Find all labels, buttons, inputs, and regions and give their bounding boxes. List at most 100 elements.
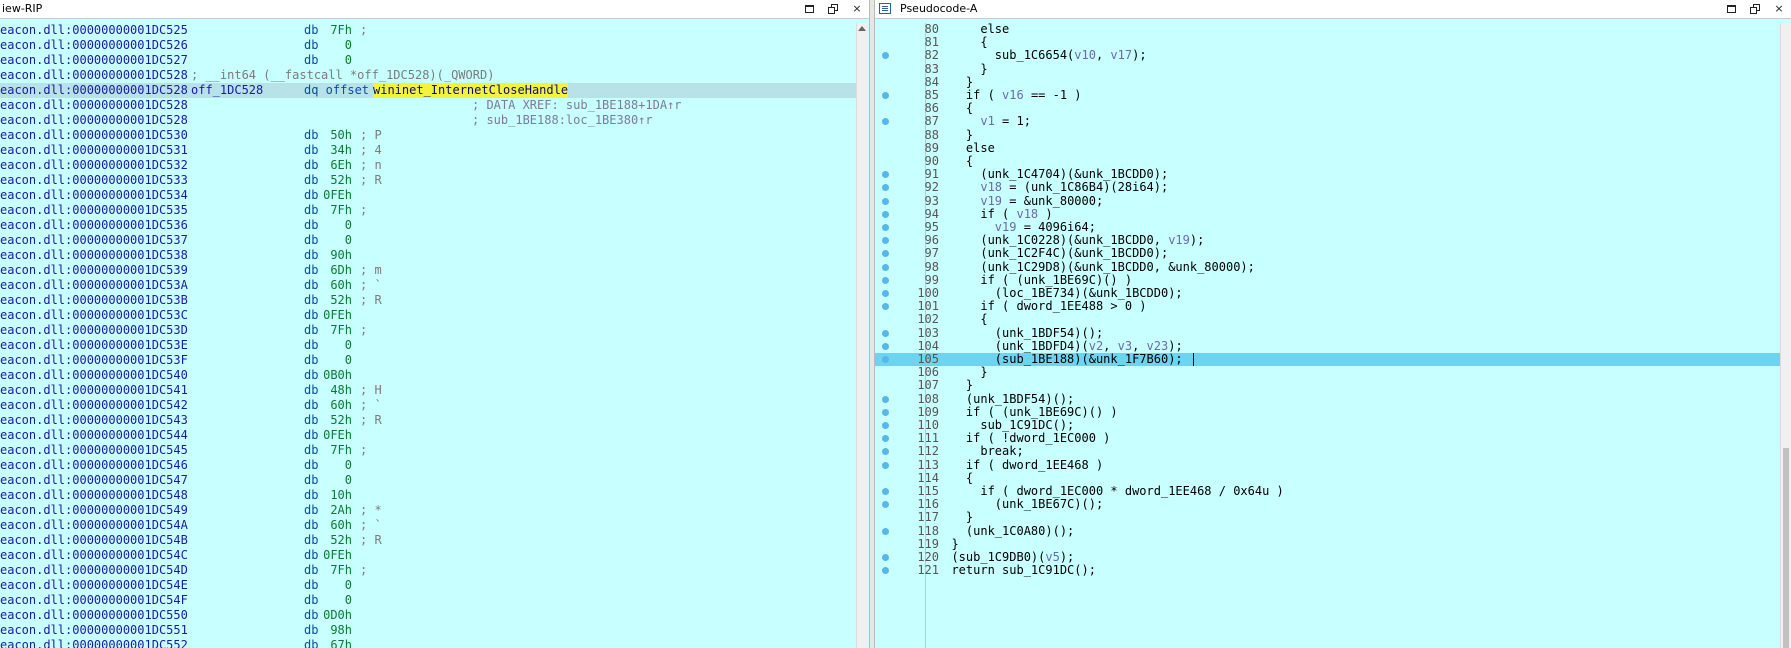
listing-row[interactable]: eacon.dll:00000000001DC549 db 2Ah ; * — [0, 503, 856, 518]
listing-row[interactable]: eacon.dll:00000000001DC54D db 7Fh; — [0, 563, 856, 578]
code-text[interactable]: } — [937, 379, 973, 392]
listing-row[interactable]: eacon.dll:00000000001DC550 db 0D0h — [0, 608, 856, 623]
pseudocode-line[interactable]: 108 (unk_1BDF54)(); — [875, 392, 1785, 406]
pseudocode-line[interactable]: 121 return sub_1C91DC(); — [875, 563, 1785, 577]
code-text[interactable]: (unk_1BDF54)(); — [937, 392, 1074, 406]
breakpoint-dot-icon[interactable] — [882, 356, 889, 364]
breakpoint-dot-icon[interactable] — [882, 408, 889, 416]
listing-row[interactable]: eacon.dll:00000000001DC536 db 0 — [0, 218, 856, 233]
breakpoint-dot-icon[interactable] — [882, 448, 889, 456]
breakpoint-dot-icon[interactable] — [882, 461, 889, 469]
listing-vertical-scrollbar[interactable] — [856, 23, 867, 648]
pseudocode-line[interactable]: 109 if ( (unk_1BE69C)() ) — [875, 405, 1785, 419]
xref-comment[interactable]: ; DATA XREF: sub_1BE188+1DA↑r — [472, 98, 682, 113]
listing-row[interactable]: eacon.dll:00000000001DC545 db 7Fh; — [0, 443, 856, 458]
breakpoint-dot-icon[interactable] — [882, 197, 889, 205]
pseudocode-line[interactable]: 92 v18 = (unk_1C86B4)(28i64); — [875, 181, 1785, 194]
variable[interactable]: v5 — [1045, 550, 1059, 564]
listing-row[interactable]: eacon.dll:00000000001DC541 db 48h ; H — [0, 383, 856, 398]
code-text[interactable]: break; — [937, 445, 1023, 458]
pseudocode-line[interactable]: 117 } — [875, 511, 1785, 524]
listing-row[interactable]: eacon.dll:00000000001DC546 db 0 — [0, 458, 856, 473]
breakpoint-dot-icon[interactable] — [882, 488, 889, 496]
pseudocode-line[interactable]: 119 } — [875, 537, 1785, 551]
breakpoint-dot-icon[interactable] — [882, 92, 889, 100]
variable[interactable]: v19 — [995, 220, 1017, 234]
listing-row[interactable]: eacon.dll:00000000001DC526 db 0 — [0, 38, 856, 53]
listing-row[interactable]: eacon.dll:00000000001DC54A db 60h ; ` — [0, 518, 856, 533]
listing-row[interactable]: eacon.dll:00000000001DC525 db 7Fh; — [0, 23, 856, 38]
scroll-up-arrow-icon[interactable] — [858, 26, 866, 31]
pseudocode-line[interactable]: 86 { — [875, 101, 1785, 115]
symbol-reference[interactable]: wininet_InternetCloseHandle — [373, 83, 569, 98]
variable[interactable]: v19 — [1168, 233, 1190, 247]
variable[interactable]: v23 — [1147, 339, 1169, 353]
pseudocode-line[interactable]: 85 if ( v16 == -1 ) — [875, 88, 1785, 102]
ida-view-titlebar[interactable]: iew-RIP × — [0, 0, 869, 19]
pseudocode-line[interactable]: 99 if ( (unk_1BE69C)() ) — [875, 273, 1785, 287]
listing-row[interactable]: eacon.dll:00000000001DC537 db 0 — [0, 233, 856, 248]
maximize-button[interactable] — [1723, 1, 1739, 17]
listing-row[interactable]: eacon.dll:00000000001DC54E db 0 — [0, 578, 856, 593]
listing-row[interactable]: eacon.dll:00000000001DC539 db 6Dh ; m — [0, 263, 856, 278]
pseudocode-line[interactable]: 81 { — [875, 35, 1785, 49]
variable[interactable]: v16 — [1002, 88, 1024, 102]
pseudocode-line[interactable]: 104 (unk_1BDFD4)(v2, v3, v23); — [875, 339, 1785, 353]
breakpoint-dot-icon[interactable] — [882, 184, 889, 192]
breakpoint-dot-icon[interactable] — [882, 527, 889, 535]
listing-row[interactable]: eacon.dll:00000000001DC542 db 60h ; ` — [0, 398, 856, 413]
listing-row[interactable]: eacon.dll:00000000001DC54C db 0FEh — [0, 548, 856, 563]
listing-row[interactable]: eacon.dll:00000000001DC53F db 0 — [0, 353, 856, 368]
listing-row[interactable]: eacon.dll:00000000001DC543 db 52h ; R — [0, 413, 856, 428]
listing-row[interactable]: eacon.dll:00000000001DC53C db 0FEh — [0, 308, 856, 323]
listing-row[interactable]: eacon.dll:00000000001DC538 db 90h — [0, 248, 856, 263]
breakpoint-dot-icon[interactable] — [882, 210, 889, 218]
listing-row[interactable]: eacon.dll:00000000001DC540 db 0B0h — [0, 368, 856, 383]
pseudocode-line[interactable]: 116 (unk_1BE67C)(); — [875, 497, 1785, 511]
pseudocode-line[interactable]: 98 (unk_1C29D8)(&unk_1BCDD0, &unk_80000)… — [875, 260, 1785, 274]
code-text[interactable]: return sub_1C91DC(); — [937, 563, 1096, 577]
listing-row[interactable]: eacon.dll:00000000001DC547 db 0 — [0, 473, 856, 488]
code-text[interactable]: } — [937, 62, 987, 76]
variable[interactable]: v19 — [980, 194, 1002, 208]
breakpoint-dot-icon[interactable] — [882, 329, 889, 337]
maximize-button[interactable] — [801, 1, 817, 17]
code-text[interactable]: (unk_1C2F4C)(&unk_1BCDD0); — [937, 247, 1168, 260]
code-text[interactable]: sub_1C6654(v10, v17); — [937, 49, 1147, 62]
breakpoint-dot-icon[interactable] — [882, 52, 889, 60]
listing-row[interactable]: eacon.dll:00000000001DC531 db 34h ; 4 — [0, 143, 856, 158]
variable[interactable]: v1 — [980, 114, 994, 128]
listing-row[interactable]: eacon.dll:00000000001DC528 ; DATA XREF: s… — [0, 98, 856, 113]
code-text[interactable]: (unk_1C29D8)(&unk_1BCDD0, &unk_80000); — [937, 260, 1255, 274]
restore-button[interactable] — [1747, 1, 1763, 17]
pseudocode-line[interactable]: 111 if ( !dword_1EC000 ) — [875, 431, 1785, 445]
pseudocode-line[interactable]: 114 { — [875, 471, 1785, 485]
breakpoint-dot-icon[interactable] — [882, 567, 889, 575]
pseudocode-line[interactable]: 105 (sub_1BE188)(&unk_1F7B60); — [875, 352, 1785, 367]
restore-button[interactable] — [825, 1, 841, 17]
variable[interactable]: v18 — [980, 180, 1002, 194]
breakpoint-dot-icon[interactable] — [882, 290, 889, 298]
listing-row[interactable]: eacon.dll:00000000001DC530 db 50h ; P — [0, 128, 856, 143]
pseudocode-line[interactable]: 112 break; — [875, 445, 1785, 458]
scroll-thumb[interactable] — [1783, 448, 1789, 648]
pseudocode-line[interactable]: 96 (unk_1C0228)(&unk_1BCDD0, v19); — [875, 233, 1785, 247]
breakpoint-dot-icon[interactable] — [882, 237, 889, 245]
variable[interactable]: v18 — [1016, 207, 1038, 221]
variable[interactable]: v3 — [1118, 339, 1132, 353]
pseudocode-line[interactable]: 107 } — [875, 379, 1785, 392]
pseudocode-line[interactable]: 91 (unk_1C4704)(&unk_1BCDD0); — [875, 167, 1785, 181]
pseudocode-line[interactable]: 80 else — [875, 22, 1785, 36]
breakpoint-dot-icon[interactable] — [882, 171, 889, 179]
listing-row[interactable]: eacon.dll:00000000001DC53B db 52h ; R — [0, 293, 856, 308]
listing-row[interactable]: eacon.dll:00000000001DC54F db 0 — [0, 593, 856, 608]
breakpoint-dot-icon[interactable] — [882, 554, 889, 562]
pseudocode-vertical-scrollbar[interactable] — [1780, 23, 1791, 648]
listing-row[interactable]: eacon.dll:00000000001DC53E db 0 — [0, 338, 856, 353]
pseudocode-line[interactable]: 93 v19 = &unk_80000; — [875, 194, 1785, 208]
pseudocode-line[interactable]: 101 if ( dword_1EE488 > 0 ) — [875, 299, 1785, 313]
close-button[interactable]: × — [849, 1, 865, 17]
breakpoint-dot-icon[interactable] — [882, 422, 889, 430]
code-text[interactable]: v18 = (unk_1C86B4)(28i64); — [937, 181, 1168, 194]
listing-row[interactable]: eacon.dll:00000000001DC527 db 0 — [0, 53, 856, 68]
